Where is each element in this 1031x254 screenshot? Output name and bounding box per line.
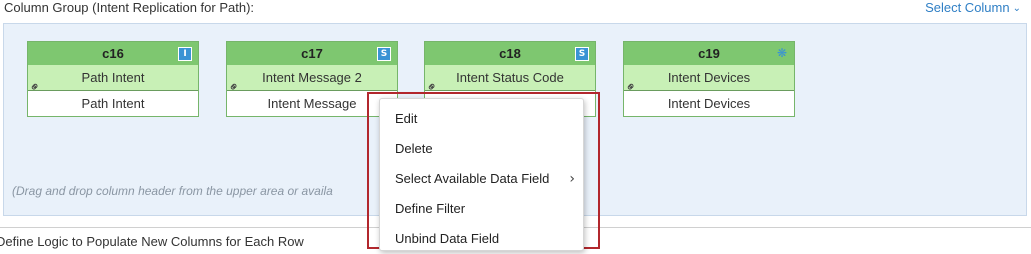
type-integer-icon: I [178,47,192,61]
column-field-name[interactable]: Intent Devices [624,65,794,91]
column-field-name[interactable]: Intent Message 2 [227,65,397,91]
column-id: c18 [499,46,521,61]
column-field-name[interactable]: Intent Status Code [425,65,595,91]
chevron-right-icon: › [569,171,575,187]
menu-item-delete[interactable]: Delete [380,134,583,164]
menu-item-define-filter[interactable]: Define Filter [380,194,583,224]
column-id: c16 [102,46,124,61]
context-menu: Edit Delete Select Available Data Field … [379,98,584,251]
device-type-icon: ❋ [776,46,788,60]
column-header[interactable]: c18 S [425,42,595,65]
column-id: c17 [301,46,323,61]
column-header[interactable]: c17 S [227,42,397,65]
select-column-label: Select Column [925,0,1010,15]
menu-item-edit[interactable]: Edit [380,104,583,134]
select-column-button[interactable]: Select Column ⌄ [925,0,1021,17]
type-string-icon: S [575,47,589,61]
menu-item-select-available-data-field[interactable]: Select Available Data Field › [380,164,583,194]
define-logic-title: Define Logic to Populate New Columns for… [0,234,304,249]
menu-item-unbind-data-field[interactable]: Unbind Data Field [380,224,583,254]
column-header[interactable]: c19 ❋ [624,42,794,65]
column-card-c19[interactable]: c19 ❋ Intent Devices Intent Devices ⚭ [622,41,795,117]
type-string-icon: S [377,47,391,61]
column-id: c19 [698,46,720,61]
drop-hint-text: (Drag and drop column header from the up… [12,184,333,198]
column-card-c16[interactable]: c16 I Path Intent Path Intent ⚭ [26,41,199,117]
column-header[interactable]: c16 I [28,42,198,65]
column-source-field[interactable]: Path Intent [28,91,198,116]
chevron-down-icon: ⌄ [1012,3,1021,14]
column-group-title: Column Group (Intent Replication for Pat… [4,0,255,15]
column-field-name[interactable]: Path Intent [28,65,198,91]
column-source-field[interactable]: Intent Devices [624,91,794,116]
